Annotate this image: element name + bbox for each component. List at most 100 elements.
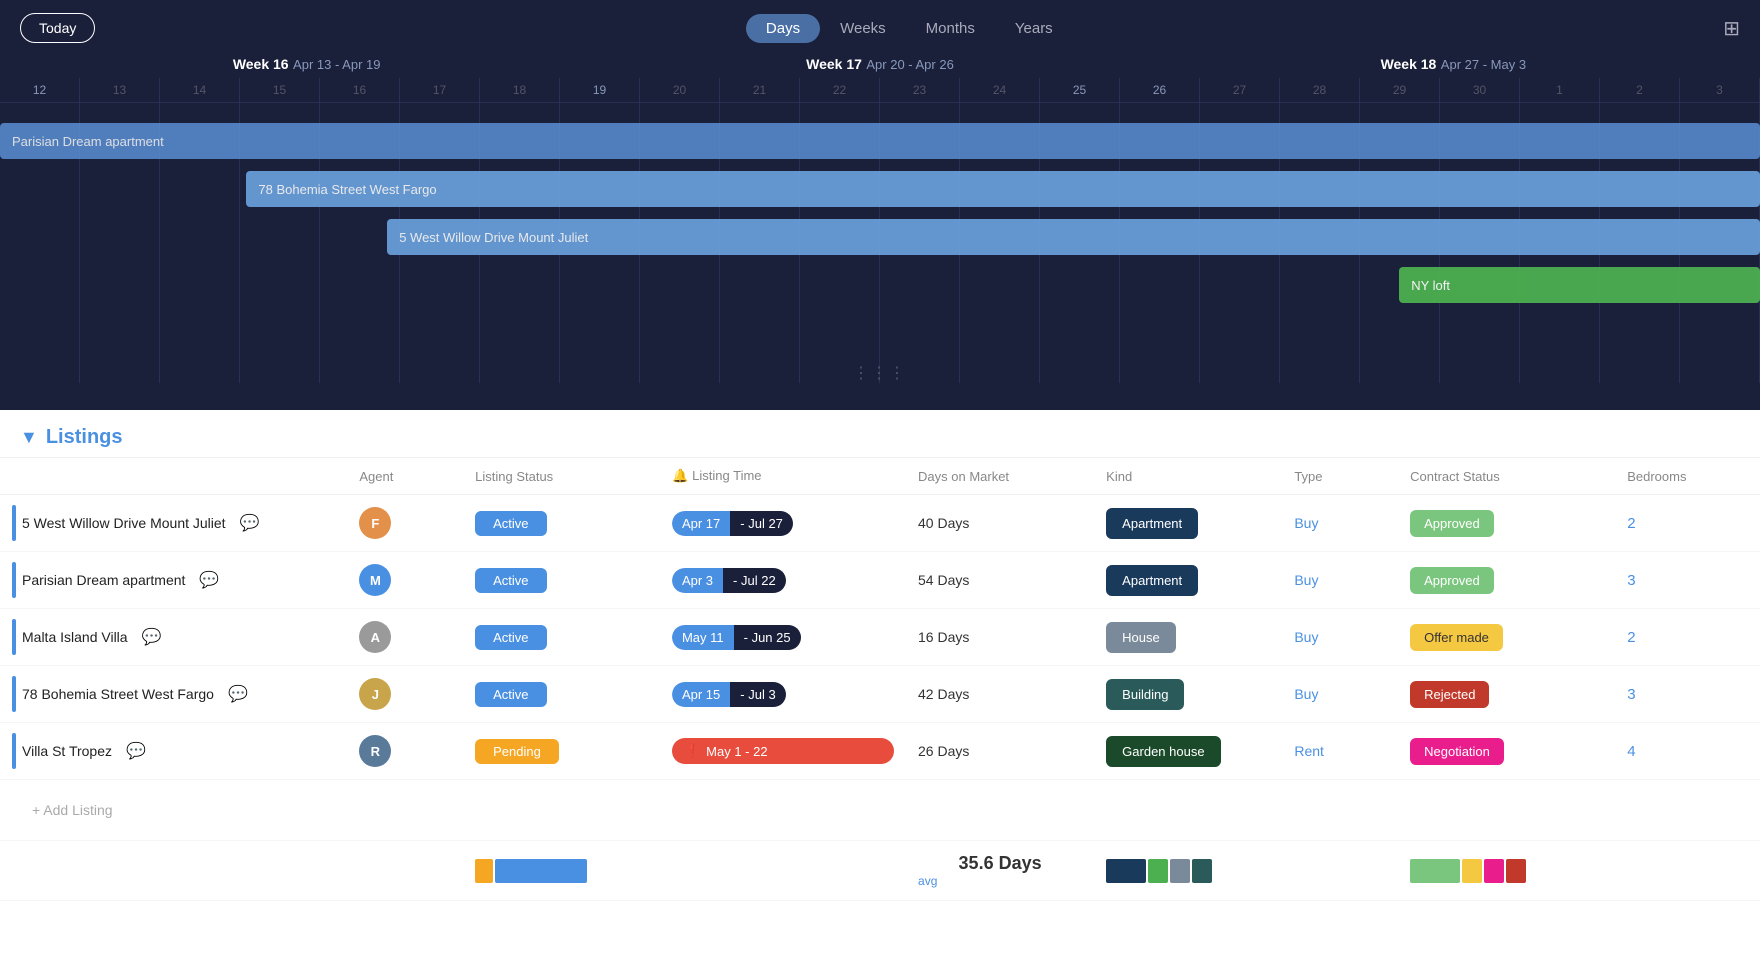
table-row: Malta Island Villa 💬 A Active May 11 - J… [0,609,1760,666]
add-listing-button[interactable]: + Add Listing [12,790,1748,830]
drag-handle[interactable]: ⋮⋮⋮ [853,363,907,383]
status-cell: Active [463,666,660,723]
agent-cell: A [347,609,463,666]
mini-bar-approved [1410,859,1460,883]
tab-months[interactable]: Months [906,14,995,43]
row-color-bar [12,676,16,712]
gantt-bar-nyloft[interactable]: NY loft [1399,267,1760,303]
row-color-bar [12,733,16,769]
top-bar: Today Days Weeks Months Years ⊞ [0,0,1760,56]
gantt-bar-bohemia[interactable]: 78 Bohemia Street West Fargo [246,171,1760,207]
kind-badge: Garden house [1106,736,1220,767]
day-23: 23 [880,78,960,102]
today-button[interactable]: Today [20,13,95,43]
tab-weeks[interactable]: Weeks [820,14,906,43]
day-20: 20 [640,78,720,102]
bedrooms-value: 2 [1627,515,1635,532]
contract-badge: Rejected [1410,681,1489,708]
summary-row: 35.6 Days avg [0,841,1760,901]
day-17: 17 [400,78,480,102]
comment-icon[interactable]: 💬 [228,684,248,704]
th-name [0,458,347,495]
summary-kind-bars [1106,859,1270,883]
days-cell: 54 Days [906,552,1094,609]
type-cell: Buy [1282,609,1398,666]
avg-label: avg [918,874,1082,888]
type-value[interactable]: Rent [1294,743,1324,759]
summary-days-cell: 35.6 Days avg [906,841,1094,901]
type-value[interactable]: Buy [1294,572,1318,588]
day-27: 27 [1200,78,1280,102]
gantt-area: Parisian Dream apartment 78 Bohemia Stre… [0,103,1760,383]
time-start: Apr 15 [672,682,730,707]
mini-bar-gardenhouse [1148,859,1168,883]
time-start: May 11 [672,625,734,650]
contract-badge: Offer made [1410,624,1503,651]
gantt-bar-parisian[interactable]: Parisian Dream apartment [0,123,1760,159]
status-badge: Active [475,568,546,593]
day-26: 26 [1120,78,1200,102]
type-value[interactable]: Buy [1294,629,1318,645]
time-badge-warning: ❗ May 1 - 22 [672,738,894,764]
day-3: 3 [1680,78,1760,102]
table-row: Parisian Dream apartment 💬 M Active Apr … [0,552,1760,609]
gantt-bar-westWillow[interactable]: 5 West Willow Drive Mount Juliet [387,219,1760,255]
th-bedrooms: Bedrooms [1615,458,1760,495]
day-2: 2 [1600,78,1680,102]
avatar: A [359,621,391,653]
avatar: J [359,678,391,710]
export-icon[interactable]: ⊞ [1723,16,1740,41]
table-row: Villa St Tropez 💬 R Pending ❗ May 1 - 22 [0,723,1760,780]
type-cell: Buy [1282,666,1398,723]
listing-name: 5 West Willow Drive Mount Juliet [22,515,226,531]
avatar: M [359,564,391,596]
contract-badge: Approved [1410,567,1494,594]
contract-cell: Offer made [1398,609,1615,666]
add-listing-row[interactable]: + Add Listing [0,780,1760,841]
summary-name-cell [0,841,347,901]
agent-cell: M [347,552,463,609]
time-cell: Apr 17 - Jul 27 [660,495,906,552]
th-days: Days on Market [906,458,1094,495]
listing-name-cell: 78 Bohemia Street West Fargo 💬 [0,666,347,723]
mini-bar-active [495,859,587,883]
summary-agent-cell [347,841,463,901]
type-value[interactable]: Buy [1294,686,1318,702]
status-badge: Active [475,625,546,650]
day-13: 13 [80,78,160,102]
comment-icon[interactable]: 💬 [142,627,162,647]
kind-badge: House [1106,622,1176,653]
type-value[interactable]: Buy [1294,515,1318,531]
type-cell: Rent [1282,723,1398,780]
day-numbers: 12 13 14 15 16 17 18 19 20 21 22 23 24 2… [0,78,1760,103]
listing-name-cell: Malta Island Villa 💬 [0,609,347,666]
day-14: 14 [160,78,240,102]
day-29: 29 [1360,78,1440,102]
mini-bar-rejected [1506,859,1526,883]
kind-cell: Apartment [1094,495,1282,552]
listings-title: Listings [46,426,123,449]
row-color-bar [12,619,16,655]
contract-badge: Negotiation [1410,738,1504,765]
mini-bar-pending [475,859,493,883]
comment-icon[interactable]: 💬 [240,513,260,533]
listing-name: Villa St Tropez [22,743,112,759]
summary-kind-cell [1094,841,1282,901]
days-value: 26 Days [918,743,969,759]
tab-days[interactable]: Days [746,14,820,43]
bedrooms-value: 3 [1627,686,1635,703]
time-end: - Jul 22 [723,568,786,593]
comment-icon[interactable]: 💬 [199,570,219,590]
days-value: 54 Days [918,572,969,588]
time-cell: Apr 3 - Jul 22 [660,552,906,609]
mini-bar-building [1192,859,1212,883]
listing-name: Parisian Dream apartment [22,572,185,588]
bedrooms-value: 2 [1627,629,1635,646]
comment-icon[interactable]: 💬 [126,741,146,761]
bedrooms-value: 4 [1627,743,1635,760]
listing-name: 78 Bohemia Street West Fargo [22,686,214,702]
tab-years[interactable]: Years [995,14,1073,43]
kind-cell: Garden house [1094,723,1282,780]
listings-section: ▼ Listings Agent Listing Status 🔔Listing… [0,410,1760,960]
day-25: 25 [1040,78,1120,102]
